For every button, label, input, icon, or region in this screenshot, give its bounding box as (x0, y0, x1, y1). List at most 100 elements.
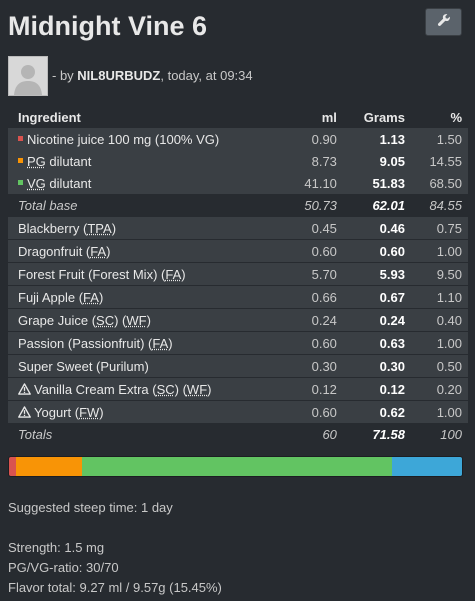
flavor-name: Yogurt ( (34, 404, 80, 420)
flavor-name: Blackberry ( (18, 220, 88, 236)
table-row-flavor: Fuji Apple (FA) 0.66 0.67 1.10 (8, 285, 468, 309)
header-ingredient: Ingredient (18, 109, 81, 125)
ml-cell: 0.60 (285, 331, 343, 355)
table-row-vg: VG dilutant 41.10 51.83 68.50 (8, 172, 468, 194)
vendor-abbr: FA (165, 266, 182, 282)
percent-cell: 68.50 (410, 172, 468, 194)
grams-cell: 0.67 (342, 285, 411, 309)
percent-cell: 1.10 (410, 285, 468, 309)
ingredient-cell[interactable]: Grape Juice (SC) (WF) (8, 308, 286, 332)
ml-cell: 0.30 (285, 354, 343, 378)
percent-cell: 14.55 (410, 150, 468, 172)
extra-abbr: WF (186, 381, 208, 397)
vendor-abbr: SC (96, 312, 115, 328)
ingredient-name: dilutant (45, 175, 92, 191)
paren: ) (207, 381, 212, 397)
paren: ) (146, 312, 151, 328)
byline: - by NIL8URBUDZ, today, at 09:34 (52, 68, 253, 83)
paren: ) (181, 266, 186, 282)
warning-icon (18, 406, 31, 418)
vendor-abbr: SC (156, 381, 175, 397)
ingredient-cell[interactable]: Dragonfruit (FA) (8, 239, 286, 263)
grams-cell: 62.01 (372, 197, 405, 213)
recipe-date: , today, at 09:34 (160, 68, 253, 83)
total-base-label: Total base (18, 197, 78, 213)
grams-cell: 71.58 (372, 426, 405, 442)
table-row-flavor: Super Sweet (Purilum) 0.30 0.30 0.50 (8, 354, 468, 378)
percent-cell: 1.00 (410, 239, 468, 263)
ml-cell: 0.45 (285, 216, 343, 240)
ingredient-cell[interactable]: Blackberry (TPA) (8, 216, 286, 240)
header-ml: ml (321, 109, 337, 125)
table-row-pg: PG dilutant 8.73 9.05 14.55 (8, 150, 468, 172)
abbr-vg: VG (27, 175, 46, 191)
ml-cell: 0.90 (285, 128, 343, 150)
warning-icon (18, 383, 31, 395)
percent-cell: 0.50 (410, 354, 468, 378)
steep-time: Suggested steep time: 1 day (8, 500, 173, 515)
ingredient-cell[interactable]: Fuji Apple (FA) (8, 285, 286, 309)
ml-cell: 5.70 (285, 262, 343, 286)
byline-prefix: - by (52, 68, 78, 83)
ml-cell: 8.73 (285, 150, 343, 172)
paren: ) (111, 220, 117, 236)
ratio-segment-vg (81, 457, 392, 476)
ingredient-cell[interactable]: Forest Fruit (Forest Mix) (FA) (8, 262, 286, 286)
grams-cell: 0.62 (342, 400, 411, 423)
recipe-title: Midnight Vine 6 (8, 11, 208, 41)
grams-cell: 1.13 (342, 128, 411, 150)
ml-cell: 50.73 (304, 197, 337, 213)
vendor-abbr: FA (152, 335, 169, 351)
grams-cell: 51.83 (342, 172, 411, 194)
paren: ) (168, 335, 173, 351)
table-row-flavor: Forest Fruit (Forest Mix) (FA) 5.70 5.93… (8, 262, 468, 286)
percent-cell: 1.50 (410, 128, 468, 150)
ingredient-cell[interactable]: Yogurt (FW) (8, 400, 286, 423)
vendor-abbr: FA (90, 243, 107, 259)
edit-button[interactable] (425, 8, 462, 36)
table-row-flavor: Yogurt (FW) 0.60 0.62 1.00 (8, 400, 468, 423)
header-percent: % (450, 109, 462, 125)
author-link[interactable]: NIL8URBUDZ (77, 68, 160, 83)
table-row-flavor: Grape Juice (SC) (WF) 0.24 0.24 0.40 (8, 308, 468, 332)
percent-cell: 84.55 (429, 197, 462, 213)
ingredient-cell: VG dilutant (8, 172, 286, 194)
percent-cell: 100 (440, 426, 462, 442)
recipe-table: Ingredient ml Grams % Nicotine juice 100… (8, 106, 468, 445)
wrench-icon (437, 13, 451, 32)
vendor-abbr: FA (83, 289, 99, 305)
ingredient-cell[interactable]: Super Sweet (Purilum) (8, 354, 286, 378)
paren: ) ( (114, 312, 127, 328)
paren: ) (99, 404, 104, 420)
total-base-row: Total base 50.73 62.01 84.55 (8, 194, 468, 217)
totals-label: Totals (18, 426, 53, 442)
grams-cell: 0.63 (342, 331, 411, 355)
flavor-name: Grape Juice ( (18, 312, 97, 328)
ingredient-cell[interactable]: Vanilla Cream Extra (SC) (WF) (8, 377, 286, 401)
percent-cell: 0.40 (410, 308, 468, 332)
author-avatar[interactable] (8, 56, 48, 96)
flavor-name: Dragonfruit ( (18, 243, 91, 259)
flavor-name: Fuji Apple ( (18, 289, 84, 305)
ml-cell: 0.66 (285, 285, 343, 309)
ingredient-cell[interactable]: Passion (Passionfruit) (FA) (8, 331, 286, 355)
table-row-flavor: Passion (Passionfruit) (FA) 0.60 0.63 1.… (8, 331, 468, 355)
vg-color-icon (18, 179, 23, 185)
paren: ) (106, 243, 111, 259)
percent-cell: 0.20 (410, 377, 468, 401)
ingredient-cell: PG dilutant (8, 150, 286, 172)
flavor-name: Forest Fruit (Forest Mix) ( (18, 266, 166, 282)
header-grams: Grams (363, 109, 405, 125)
grams-cell: 0.24 (342, 308, 411, 332)
paren: ) (98, 289, 104, 305)
vendor-abbr: TPA (87, 220, 112, 236)
table-row-flavor: Vanilla Cream Extra (SC) (WF) 0.12 0.12 … (8, 377, 468, 401)
abbr-pg: PG (27, 153, 46, 169)
percent-cell: 1.00 (410, 331, 468, 355)
ratio-bar (8, 456, 463, 477)
flavor-name: Vanilla Cream Extra ( (34, 381, 157, 397)
ml-cell: 0.24 (285, 308, 343, 332)
table-row-flavor: Blackberry (TPA) 0.45 0.46 0.75 (8, 216, 468, 240)
grams-cell: 0.12 (342, 377, 411, 401)
paren: ) ( (174, 381, 187, 397)
